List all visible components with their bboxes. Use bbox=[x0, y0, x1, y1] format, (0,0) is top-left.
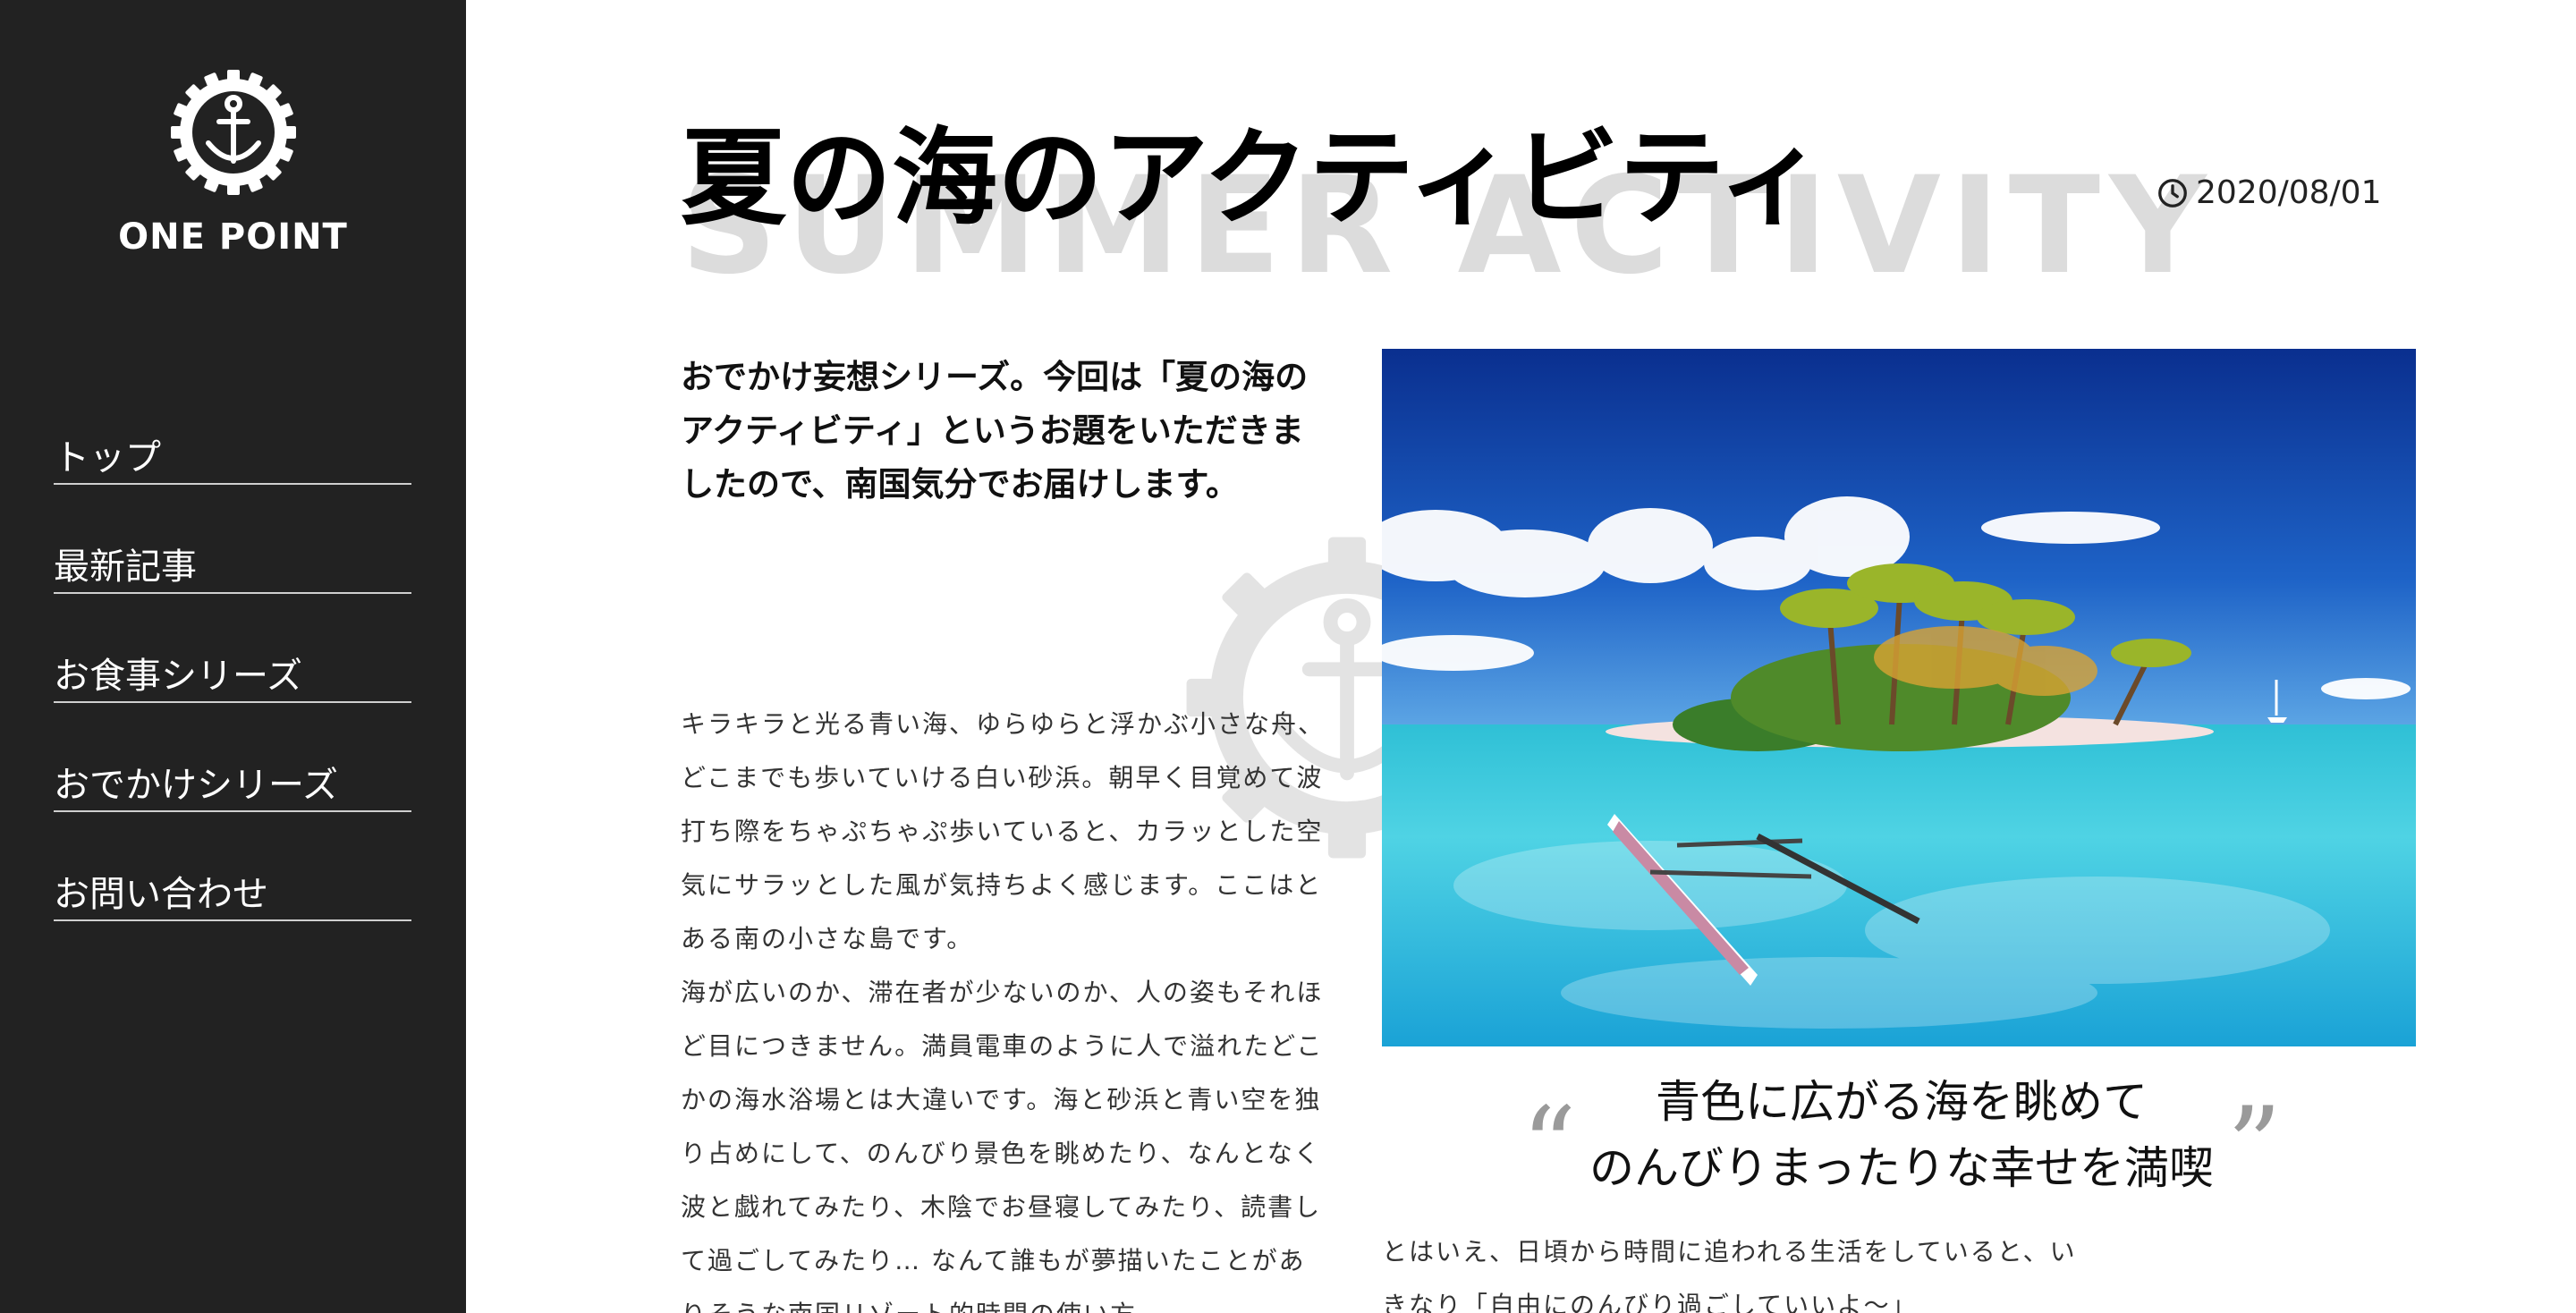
post-date: 2020/08/01 bbox=[2157, 174, 2382, 211]
close-quote-icon: ” bbox=[2226, 1085, 2282, 1209]
site-logo[interactable]: ONE POINT bbox=[0, 68, 466, 258]
page-title: 夏の海のアクティビティ bbox=[681, 116, 1824, 240]
nav-link-latest[interactable]: 最新記事 bbox=[54, 546, 411, 594]
quote-line-1: 青色に広がる海を眺めて bbox=[1656, 1076, 2148, 1128]
article-main: SUMMER ACTIVITY 夏の海のアクティビティ 2020/08/01 お… bbox=[466, 0, 2576, 1313]
pull-quote: “ 青色に広がる海を眺めて のんびりまったりな幸せを満喫 ” bbox=[1521, 1069, 2282, 1201]
nav-item-latest: 最新記事 bbox=[54, 485, 411, 594]
nav-item-food: お食事シリーズ bbox=[54, 594, 411, 703]
clock-icon bbox=[2158, 178, 2187, 208]
after-quote-text: とはいえ、日頃から時間に追われる生活をしていると、いきなり「自由にのんびり過ごし… bbox=[1382, 1237, 2077, 1313]
open-quote-icon: “ bbox=[1521, 1085, 1577, 1209]
nav-link-food-series[interactable]: お食事シリーズ bbox=[54, 655, 411, 703]
body-text: キラキラと光る青い海、ゆらゆらと浮かぶ小さな舟、どこまでも歩いていける白い砂浜。… bbox=[681, 709, 1326, 1313]
nav-item-top: トップ bbox=[54, 376, 411, 485]
quote-line-2: のんびりまったりな幸せを満喫 bbox=[1589, 1142, 2214, 1194]
nav-link-top[interactable]: トップ bbox=[54, 436, 411, 485]
nav-link-contact[interactable]: お問い合わせ bbox=[54, 873, 411, 921]
nav-item-outing: おでかけシリーズ bbox=[54, 703, 411, 812]
site-name: ONE POINT bbox=[118, 216, 348, 258]
main-nav: トップ 最新記事 お食事シリーズ おでかけシリーズ お問い合わせ bbox=[54, 376, 411, 921]
nav-item-contact: お問い合わせ bbox=[54, 812, 411, 921]
post-date-text: 2020/08/01 bbox=[2196, 174, 2382, 211]
sidebar: ONE POINT トップ 最新記事 お食事シリーズ おでかけシリーズ お問い合… bbox=[0, 0, 466, 1313]
gear-anchor-icon bbox=[170, 70, 296, 195]
hero-photo bbox=[1382, 349, 2416, 1046]
lead-text: おでかけ妄想シリーズ。今回は「夏の海のアクティビティ」というお題をいただきました… bbox=[681, 358, 1309, 504]
nav-link-outing-series[interactable]: おでかけシリーズ bbox=[54, 764, 411, 812]
